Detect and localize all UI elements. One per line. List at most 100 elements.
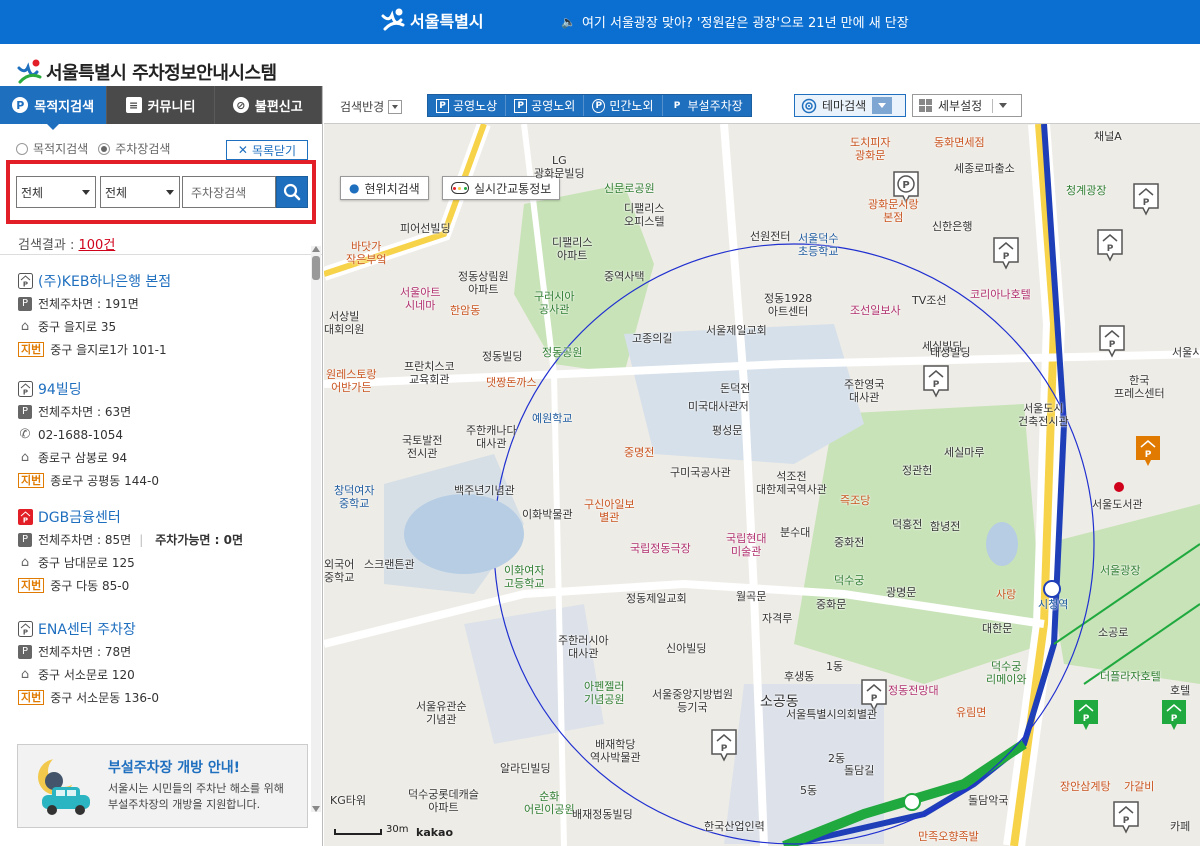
map-label: 대한문 [982, 622, 1013, 635]
map-label: 유림면 [956, 706, 987, 719]
map-label: 소공동 [760, 694, 799, 710]
detail-settings-button[interactable]: 세부설정 [912, 94, 1022, 117]
speaker-icon: 🔈 [561, 14, 576, 29]
parking-marker[interactable]: P [922, 364, 950, 398]
map-label: 신한은행 [932, 220, 973, 233]
list-item[interactable]: P 94빌딩 P 전체주차면 : 63면 ✆ 02-1688-1054 ⌂ 종로구 삼… [18, 378, 308, 492]
layer-attached-parking-button[interactable]: P 부설주차장 [663, 95, 751, 116]
jibun-badge: 지번 [18, 473, 45, 488]
map-label: 서울시민대 [1172, 346, 1200, 359]
map-canvas[interactable]: ● 현위치검색 실시간교통정보 P P P P P P P P P P P P … [324, 124, 1200, 846]
close-list-button[interactable]: ✕ 목록닫기 [226, 140, 308, 160]
chevron-down-icon[interactable] [388, 99, 403, 114]
green-parking-marker[interactable]: P [1160, 698, 1188, 732]
map-label: 한국산업인력 [704, 820, 765, 833]
parking-circle-icon: P [12, 97, 29, 113]
map-label: 배재학당 역사박물관 [590, 738, 641, 764]
search-radius-control[interactable]: 검색반경 [340, 98, 403, 115]
site-title[interactable]: 서울특별시 주차정보안내시스템 [16, 58, 277, 86]
district-select-value: 전체 [21, 185, 44, 200]
notice-link[interactable]: 🔈 여기 서울광장 맞아? '정원같은 광장'으로 21년 만에 새 단장 [561, 12, 909, 32]
home-icon: ⌂ [20, 555, 30, 570]
theme-search-label: 테마검색 [822, 99, 867, 113]
map-label: 서울중앙지방법원 등기국 [652, 688, 733, 714]
map-label: 서울도서관 [1092, 498, 1143, 511]
banner-title: 부설주차장 개방 안내! [108, 760, 241, 776]
svg-text:P: P [721, 744, 728, 754]
parking-name[interactable]: P 94빌딩 [18, 378, 308, 400]
green-parking-marker[interactable]: P [1072, 698, 1100, 732]
parking-p-icon: P [18, 296, 32, 311]
jibun-badge: 지번 [18, 342, 45, 357]
tab-destination-search[interactable]: P 목적지검색 [0, 86, 108, 130]
layer-public-onstreet-button[interactable]: P 공영노상 [428, 95, 507, 116]
seoul-color-logo-icon [17, 59, 42, 84]
svg-text:P: P [1145, 450, 1152, 460]
tab-complaint[interactable]: ⊘ 불편신고 [214, 86, 322, 124]
moon-car-illustration [38, 755, 90, 815]
search-button[interactable] [276, 176, 308, 208]
svg-text:P: P [1107, 244, 1114, 254]
public-parking-marker[interactable]: P [1134, 434, 1162, 468]
scroll-thumb[interactable] [312, 256, 320, 280]
map-label: 고종의길 [632, 332, 673, 345]
radio-parking-search[interactable]: 주차장검색 [98, 140, 170, 157]
list-item[interactable]: P (주)KEB하나은행 본점 P 전체주차면 : 191면 ⌂ 중구 을지로 35… [18, 270, 308, 361]
map-label: 정동빌딩 [482, 350, 523, 363]
spaces-row: P 전체주차면 : 85면 | 주차가능면 : 0면 [18, 528, 308, 551]
scroll-down-icon[interactable] [312, 806, 320, 812]
layer-label: 공영노외 [531, 99, 576, 113]
map-label: 서울특별시의회별관 [786, 708, 878, 721]
result-count-value[interactable]: 100건 [79, 238, 116, 253]
parking-marker[interactable]: P [1112, 800, 1140, 834]
layer-private-offstreet-button[interactable]: P 민간노외 [584, 95, 663, 116]
parking-name-text: DGB금융센터 [38, 510, 121, 526]
parking-marker[interactable]: P [1098, 324, 1126, 358]
public-parking-icon: P [18, 509, 33, 525]
search-radius-label: 검색반경 [340, 100, 385, 114]
separator: | [139, 532, 144, 547]
map-label: 디팰리스 오피스텔 [624, 202, 665, 228]
pond [404, 494, 524, 574]
parking-marker[interactable]: P [860, 678, 888, 712]
map-scale: 30m [334, 824, 408, 835]
result-list-scrollbar[interactable] [311, 246, 321, 812]
parking-marker[interactable]: P [1096, 228, 1124, 262]
list-item[interactable]: P ENA센터 주차장 P 전체주차면 : 78면 ⌂ 중구 서소문로 120 지번… [18, 618, 308, 709]
map-label: 이화여자 고등학교 [504, 564, 545, 590]
jibun-address: 중구 을지로1가 101-1 [50, 343, 167, 357]
jibun-address: 중구 다동 85-0 [50, 579, 130, 593]
map-label: 자격루 [762, 612, 793, 625]
current-location-button[interactable]: ● 현위치검색 [340, 176, 429, 200]
private-parking-icon: P [18, 621, 33, 637]
chevron-down-icon[interactable] [872, 97, 893, 114]
type-select[interactable]: 전체 [100, 176, 180, 208]
map-label: 선원전터 [750, 230, 791, 243]
radio-destination-search[interactable]: 목적지검색 [16, 140, 88, 157]
map-label: KG타워 [330, 794, 366, 807]
open-parking-banner[interactable]: 부설주차장 개방 안내! 서울시는 시민들의 주차난 해소를 위해 부설주차장의… [17, 744, 308, 828]
parking-name[interactable]: P (주)KEB하나은행 본점 [18, 270, 308, 292]
home-icon: ⌂ [20, 667, 30, 682]
tab-community[interactable]: ≡ 커뮤니티 [107, 86, 215, 124]
scroll-up-icon[interactable] [312, 246, 320, 252]
map-label: 서울도시 건축전시관 [1018, 402, 1069, 428]
svg-text:P: P [1003, 252, 1010, 262]
parking-name[interactable]: P DGB금융센터 [18, 506, 308, 528]
map-label: 외국어 중학교 [324, 558, 355, 584]
map-label: 1동 [826, 660, 844, 673]
layer-public-offstreet-button[interactable]: P 공영노외 [506, 95, 585, 116]
parking-marker[interactable]: P [992, 236, 1020, 270]
parking-marker[interactable]: P [710, 728, 738, 762]
parking-name[interactable]: P ENA센터 주차장 [18, 618, 308, 640]
district-select[interactable]: 전체 [16, 176, 96, 208]
parking-marker[interactable]: P [1132, 182, 1160, 216]
seoul-logo[interactable]: 서울특별시 [380, 7, 484, 33]
map-label: 원레스토랑 어반가든 [326, 368, 377, 394]
list-item[interactable]: P DGB금융센터 P 전체주차면 : 85면 | 주차가능면 : 0면 ⌂ 중구 남대… [18, 506, 308, 597]
parking-search-input[interactable]: 주차장검색 [182, 176, 276, 208]
svg-text:P: P [23, 389, 28, 397]
parking-p-icon: P [514, 98, 528, 113]
theme-search-button[interactable]: 테마검색 [794, 94, 906, 117]
divider [0, 254, 322, 255]
